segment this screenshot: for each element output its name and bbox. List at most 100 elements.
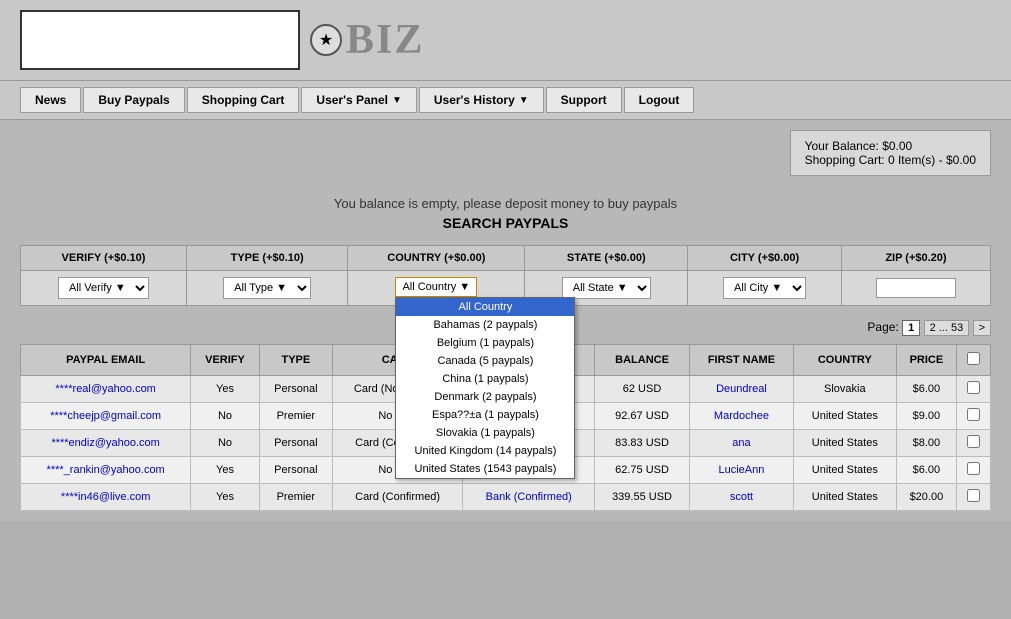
cell-email: ****real@yahoo.com — [21, 376, 191, 403]
filter-city-cell: All City ▼ — [688, 271, 842, 306]
nav-logout[interactable]: Logout — [624, 87, 695, 113]
email-link[interactable]: ****cheejp@gmail.com — [50, 410, 161, 422]
page-info-label: Page: — [867, 320, 898, 334]
main-content: Your Balance: $0.00 Shopping Cart: 0 Ite… — [0, 120, 1011, 521]
filter-type-cell: All Type ▼ — [186, 271, 347, 306]
cell-card: Card (Confirmed) — [332, 484, 462, 511]
cell-country: United States — [794, 403, 897, 430]
th-verify: VERIFY — [191, 345, 259, 376]
country-option-slovakia[interactable]: Slovakia (1 paypals) — [396, 424, 574, 442]
nav-users-panel[interactable]: User's Panel ▼ — [301, 87, 416, 113]
filter-header-state: STATE (+$0.00) — [525, 246, 688, 271]
country-option-canada[interactable]: Canada (5 paypals) — [396, 352, 574, 370]
firstname-link[interactable]: Mardochee — [714, 410, 769, 422]
country-option-china[interactable]: China (1 paypals) — [396, 370, 574, 388]
cell-bank: Bank (Confirmed) — [463, 484, 595, 511]
users-panel-arrow-icon: ▼ — [392, 95, 402, 106]
select-all-checkbox[interactable] — [967, 352, 980, 365]
firstname-link[interactable]: ana — [732, 437, 750, 449]
nav-news[interactable]: News — [20, 87, 81, 113]
page-2-link[interactable]: 2 ... 53 — [924, 320, 970, 336]
cell-email: ****endiz@yahoo.com — [21, 430, 191, 457]
cell-verify: No — [191, 430, 259, 457]
nav-shopping-cart[interactable]: Shopping Cart — [187, 87, 300, 113]
cell-country: Slovakia — [794, 376, 897, 403]
cell-type: Premier — [259, 484, 332, 511]
row-checkbox[interactable] — [967, 381, 980, 394]
nav-support[interactable]: Support — [546, 87, 622, 113]
cell-price: $8.00 — [896, 430, 957, 457]
th-price: PRICE — [896, 345, 957, 376]
nav-users-history[interactable]: User's History ▼ — [419, 87, 544, 113]
page-next-link[interactable]: > — [973, 320, 991, 336]
filter-header-verify: VERIFY (+$0.10) — [21, 246, 187, 271]
bank-link[interactable]: Bank (Confirmed) — [486, 491, 572, 503]
row-checkbox[interactable] — [967, 489, 980, 502]
cell-email: ****cheejp@gmail.com — [21, 403, 191, 430]
logo-star-icon: ★ — [310, 24, 342, 56]
cell-price: $20.00 — [896, 484, 957, 511]
cell-price: $6.00 — [896, 457, 957, 484]
email-link[interactable]: ****in46@live.com — [61, 491, 150, 503]
email-link[interactable]: ****_rankin@yahoo.com — [47, 464, 165, 476]
th-paypal-email: PAYPAL EMAIL — [21, 345, 191, 376]
cell-country: United States — [794, 430, 897, 457]
country-option-belgium[interactable]: Belgium (1 paypals) — [396, 334, 574, 352]
cell-type: Personal — [259, 376, 332, 403]
nav-bar: News Buy Paypals Shopping Cart User's Pa… — [0, 80, 1011, 120]
firstname-link[interactable]: scott — [730, 491, 753, 503]
zip-input[interactable] — [876, 278, 956, 298]
email-link[interactable]: ****real@yahoo.com — [55, 383, 155, 395]
users-history-arrow-icon: ▼ — [519, 95, 529, 106]
country-option-all[interactable]: All Country — [396, 298, 574, 316]
cell-checkbox — [957, 430, 991, 457]
cell-country: United States — [794, 457, 897, 484]
cell-type: Personal — [259, 457, 332, 484]
cell-balance: 92.67 USD — [595, 403, 690, 430]
cell-firstname: Deundreal — [689, 376, 793, 403]
type-select[interactable]: All Type ▼ — [223, 277, 311, 299]
balance-box: Your Balance: $0.00 Shopping Cart: 0 Ite… — [790, 130, 991, 176]
logo-area: ★ BIZ — [0, 0, 1011, 80]
logo-input-box — [20, 10, 300, 70]
cell-firstname: LucieAnn — [689, 457, 793, 484]
cell-firstname: Mardochee — [689, 403, 793, 430]
th-checkbox — [957, 345, 991, 376]
country-option-bahamas[interactable]: Bahamas (2 paypals) — [396, 316, 574, 334]
country-option-denmark[interactable]: Denmark (2 paypals) — [396, 388, 574, 406]
country-option-us[interactable]: United States (1543 paypals) — [396, 460, 574, 478]
country-dropdown-open: All Country Bahamas (2 paypals) Belgium … — [395, 297, 575, 479]
verify-select[interactable]: All Verify ▼ — [58, 277, 149, 299]
logo-text: ★ BIZ — [310, 16, 424, 64]
country-option-espana[interactable]: Espa??±a (1 paypals) — [396, 406, 574, 424]
filter-verify-cell: All Verify ▼ — [21, 271, 187, 306]
row-checkbox[interactable] — [967, 435, 980, 448]
email-link[interactable]: ****endiz@yahoo.com — [51, 437, 159, 449]
cell-email: ****_rankin@yahoo.com — [21, 457, 191, 484]
th-balance: BALANCE — [595, 345, 690, 376]
cell-verify: Yes — [191, 457, 259, 484]
city-select[interactable]: All City ▼ — [723, 277, 806, 299]
th-country: COUNTRY — [794, 345, 897, 376]
row-checkbox[interactable] — [967, 408, 980, 421]
message-area: You balance is empty, please deposit mon… — [20, 186, 991, 235]
th-type: TYPE — [259, 345, 332, 376]
cell-firstname: scott — [689, 484, 793, 511]
country-option-uk[interactable]: United Kingdom (14 paypals) — [396, 442, 574, 460]
firstname-link[interactable]: LucieAnn — [719, 464, 765, 476]
cell-type: Personal — [259, 430, 332, 457]
page-1-link[interactable]: 1 — [902, 320, 920, 336]
cell-checkbox — [957, 457, 991, 484]
state-select[interactable]: All State ▼ — [562, 277, 651, 299]
filter-header-type: TYPE (+$0.10) — [186, 246, 347, 271]
firstname-link[interactable]: Deundreal — [716, 383, 767, 395]
cell-type: Premier — [259, 403, 332, 430]
cell-email: ****in46@live.com — [21, 484, 191, 511]
cell-balance: 62 USD — [595, 376, 690, 403]
cell-country: United States — [794, 484, 897, 511]
warning-message: You balance is empty, please deposit mon… — [20, 196, 991, 211]
filter-header-country: COUNTRY (+$0.00) — [348, 246, 525, 271]
country-select-button[interactable]: All Country ▼ — [395, 277, 477, 297]
nav-buy-paypals[interactable]: Buy Paypals — [83, 87, 184, 113]
row-checkbox[interactable] — [967, 462, 980, 475]
